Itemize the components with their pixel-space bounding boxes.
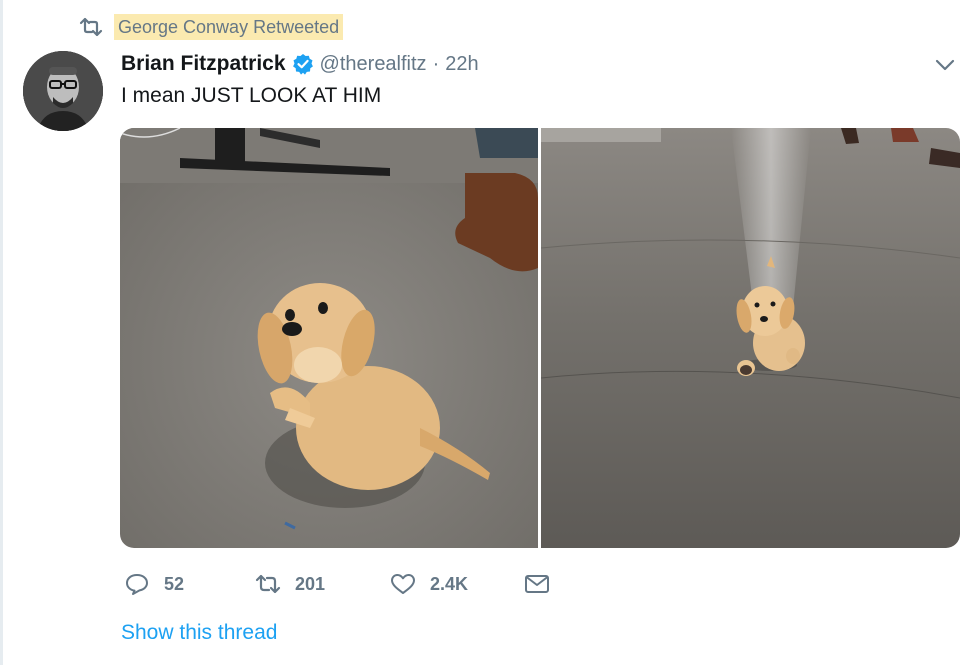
header-separator: · [432, 52, 440, 75]
timeline-border [0, 0, 3, 665]
tweet-timestamp[interactable]: 22h [445, 53, 478, 76]
reply-icon [126, 574, 148, 595]
envelope-icon [525, 575, 549, 593]
retweet-action-icon [255, 574, 281, 594]
chevron-down-icon[interactable] [934, 57, 956, 73]
retweet-context: George Conway Retweeted [78, 14, 344, 40]
puppy-photo-sitting[interactable] [120, 128, 538, 548]
retweet-count: 201 [295, 573, 326, 594]
tweet-header: Brian Fitzpatrick @therealfitz · 22h [121, 50, 479, 78]
like-button[interactable]: 2.4K [390, 571, 468, 597]
tweet-text: I mean JUST LOOK AT HIM [121, 84, 382, 107]
reply-button[interactable]: 52 [124, 571, 184, 597]
reply-count: 52 [164, 573, 185, 594]
author-avatar[interactable] [23, 51, 103, 131]
author-handle[interactable]: @therealfitz [320, 53, 427, 76]
puppy-photo-running[interactable] [541, 128, 960, 548]
retweet-icon [78, 17, 104, 37]
retweet-button[interactable]: 201 [255, 571, 325, 597]
verified-badge-icon [292, 53, 314, 75]
like-count: 2.4K [430, 573, 469, 594]
tweet-media [120, 128, 960, 548]
retweeted-by-link[interactable]: George Conway Retweeted [114, 14, 344, 40]
direct-message-button[interactable] [524, 571, 550, 597]
heart-icon [391, 574, 415, 594]
author-name[interactable]: Brian Fitzpatrick [121, 52, 286, 76]
show-thread-link[interactable]: Show this thread [121, 621, 277, 645]
